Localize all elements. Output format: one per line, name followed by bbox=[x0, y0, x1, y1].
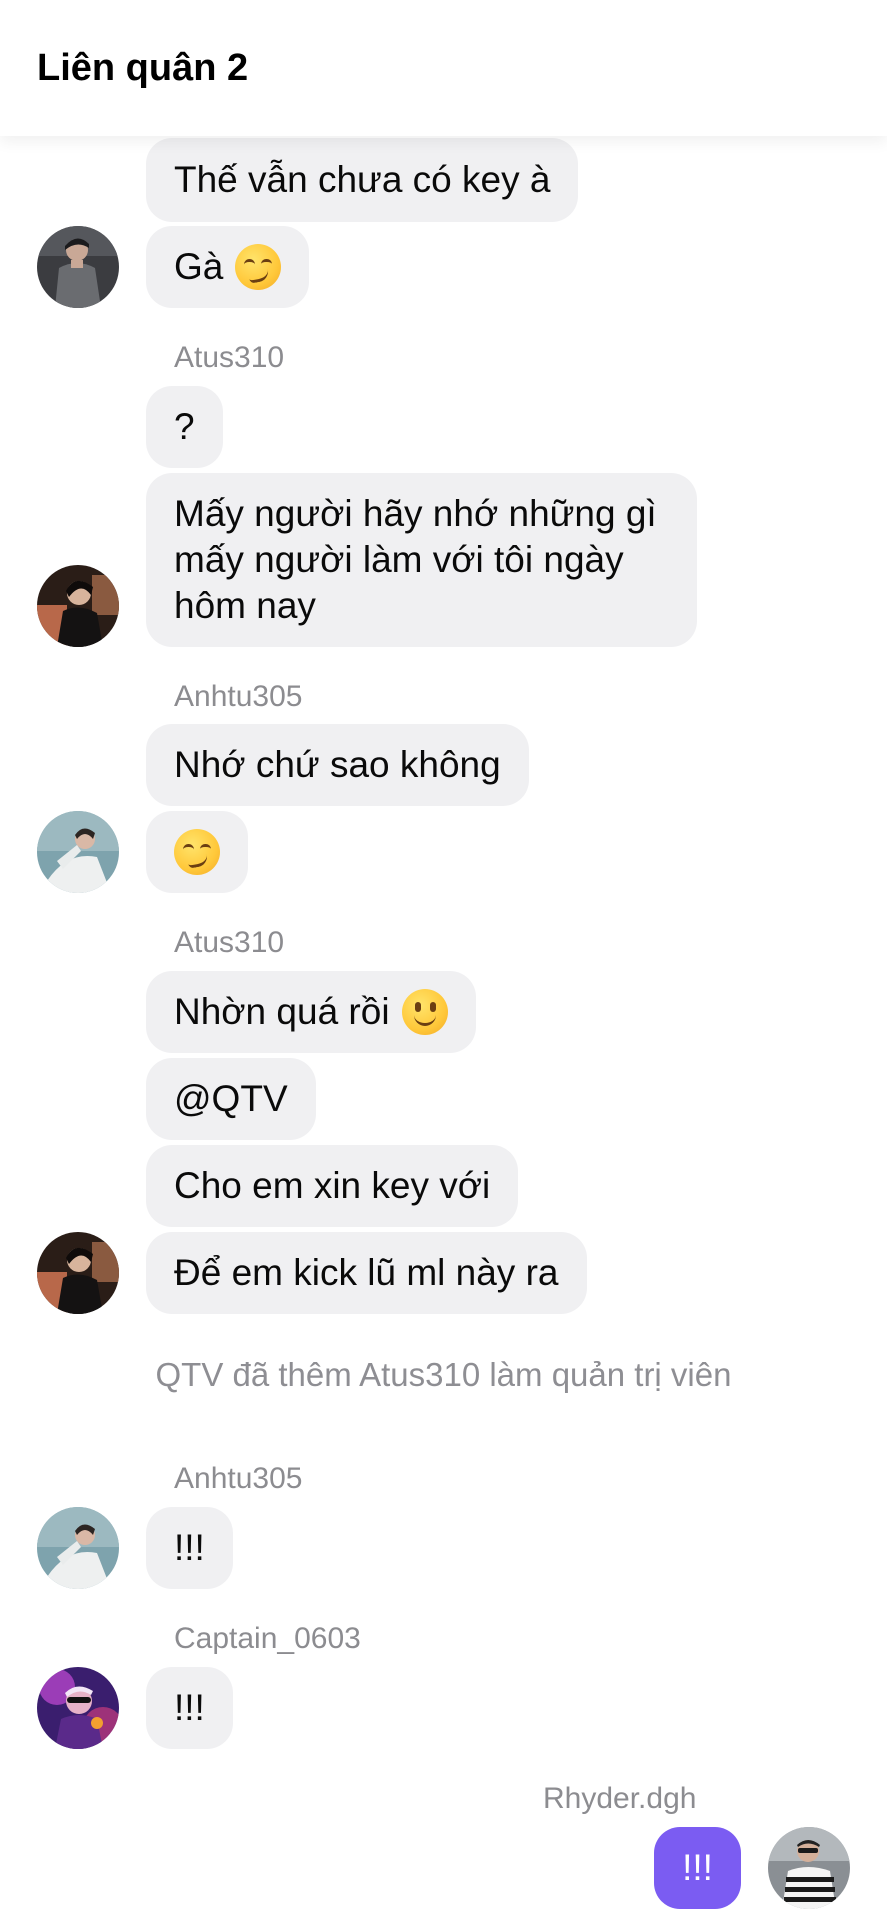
message-bubble[interactable]: Thế vẫn chưa có key à bbox=[146, 138, 579, 222]
sender-name: Captain_0603 bbox=[174, 1622, 361, 1655]
chat-header: Liên quân 2 bbox=[0, 0, 887, 136]
smirking-face-emoji bbox=[235, 244, 282, 290]
message-text: Gà bbox=[174, 246, 224, 287]
message-bubble[interactable]: ? bbox=[146, 386, 223, 468]
message-text-line: Mấy người hãy nhớ những gì bbox=[174, 493, 657, 534]
message-bubble[interactable]: !!! bbox=[146, 1667, 233, 1749]
slightly-smiling-face-emoji bbox=[401, 989, 448, 1035]
message-bubble[interactable]: Gà bbox=[146, 226, 310, 308]
message-text: Nhớ chứ sao không bbox=[174, 744, 501, 785]
message-bubble[interactable]: Nhớ chứ sao không bbox=[146, 724, 529, 806]
avatar[interactable] bbox=[37, 226, 119, 308]
message-text: Cho em xin key với bbox=[174, 1165, 491, 1206]
chat-screen: Liên quân 2 Thế vẫn chưa có key à Gà Atu… bbox=[0, 0, 887, 1920]
message-bubble[interactable]: !!! bbox=[146, 1507, 233, 1589]
my-message-bubble[interactable]: !!! bbox=[654, 1827, 741, 1909]
message-bubble[interactable] bbox=[146, 811, 248, 893]
message-text: Thế vẫn chưa có key à bbox=[174, 159, 551, 200]
smirking-face-emoji bbox=[174, 829, 220, 875]
message-text: @QTV bbox=[174, 1078, 288, 1119]
sender-name: Atus310 bbox=[174, 926, 285, 959]
sender-name: Anhtu305 bbox=[174, 1462, 303, 1495]
message-bubble[interactable]: Cho em xin key với bbox=[146, 1145, 519, 1227]
message-text: Nhờn quá rồi bbox=[174, 991, 390, 1032]
message-text: !!! bbox=[174, 1527, 205, 1568]
message-bubble[interactable]: Mấy người hãy nhớ những gì mấy người làm… bbox=[146, 473, 697, 647]
sender-name: Rhyder.dgh bbox=[543, 1782, 697, 1815]
avatar[interactable] bbox=[37, 1507, 119, 1589]
message-text: !!! bbox=[682, 1847, 713, 1888]
message-bubble[interactable]: @QTV bbox=[146, 1058, 316, 1140]
message-text-line: hôm nay bbox=[174, 585, 316, 626]
system-notice: QTV đã thêm Atus310 làm quản trị viên bbox=[155, 1356, 732, 1393]
my-avatar[interactable] bbox=[768, 1827, 850, 1909]
message-bubble[interactable]: Nhờn quá rồi bbox=[146, 971, 476, 1053]
avatar[interactable] bbox=[37, 811, 119, 893]
group-title[interactable]: Liên quân 2 bbox=[37, 46, 248, 90]
message-text-line: mấy người làm với tôi ngày bbox=[174, 539, 624, 580]
sender-name: Atus310 bbox=[174, 341, 285, 374]
message-text: Để em kick lũ ml này ra bbox=[174, 1252, 559, 1293]
avatar[interactable] bbox=[37, 1667, 119, 1749]
avatar[interactable] bbox=[37, 1232, 119, 1314]
message-text: ? bbox=[174, 406, 195, 447]
avatar[interactable] bbox=[37, 565, 119, 647]
sender-name: Anhtu305 bbox=[174, 680, 303, 713]
message-text: !!! bbox=[174, 1687, 205, 1728]
message-bubble[interactable]: Để em kick lũ ml này ra bbox=[146, 1232, 587, 1314]
